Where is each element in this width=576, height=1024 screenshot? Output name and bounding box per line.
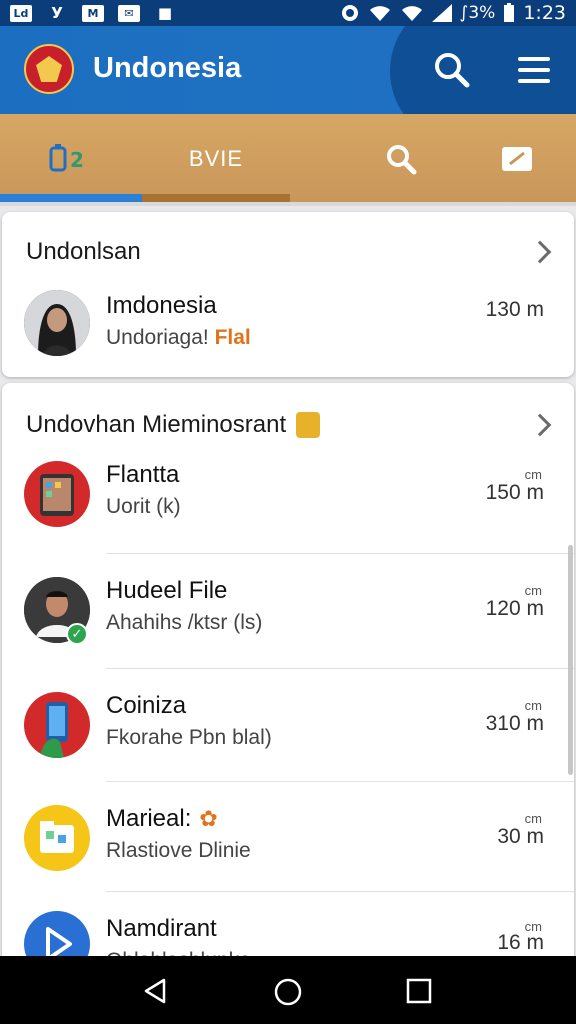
phone-icon: 2	[49, 144, 84, 172]
wifi-icon	[401, 6, 422, 21]
tab-indicator	[142, 194, 290, 202]
item-subtitle: Rlastiove Dlinie	[106, 839, 251, 862]
svg-text:2: 2	[70, 148, 84, 172]
item-title: Flantta	[106, 461, 180, 488]
item-title: Imdonesia	[106, 292, 217, 319]
bag-icon	[296, 412, 321, 438]
tab-bvie[interactable]: BVIE	[142, 114, 290, 204]
scrollbar[interactable]	[568, 545, 573, 775]
alarm-icon	[341, 5, 358, 21]
app-title: Undonesia	[93, 52, 242, 84]
folder-icon	[40, 821, 74, 853]
section-header[interactable]: Undovhan Mieminosrant	[26, 411, 321, 439]
divider	[106, 781, 574, 782]
clock: 1:23	[523, 2, 566, 24]
mail-icon: ✉	[118, 4, 140, 22]
wifi-icon	[369, 6, 390, 21]
section-card: Undovhan Mieminosrant Flantta Uorit (k) …	[2, 383, 574, 1003]
item-distance: 16 m	[497, 931, 544, 954]
item-unit: cm	[524, 583, 542, 598]
item-subtitle: Uorit (k)	[106, 495, 181, 518]
avatar	[24, 290, 90, 356]
back-button[interactable]	[140, 976, 170, 1011]
garuda-emblem-icon	[36, 56, 62, 82]
item-title-text: Marieal:	[106, 805, 192, 832]
notification-icon: Ld	[10, 4, 32, 22]
list-item[interactable]: Flantta Uorit (k) cm 150 m	[2, 457, 574, 553]
notification-icon: У	[51, 4, 63, 22]
tab-phone[interactable]: 2	[0, 114, 142, 204]
notification-icon: ■	[157, 4, 173, 22]
item-title: Coiniza	[106, 692, 187, 719]
search-icon	[387, 145, 417, 175]
divider	[106, 553, 574, 554]
search-icon[interactable]	[432, 50, 472, 90]
tab-bar: 2 BVIE	[0, 114, 576, 204]
item-title: Hudeel File	[106, 577, 228, 604]
divider	[0, 202, 576, 206]
verified-check-icon: ✓	[66, 623, 88, 645]
navigation-bar	[0, 956, 576, 1024]
avatar	[24, 805, 90, 871]
avatar: ✓	[24, 577, 90, 645]
status-bar: Ld У M ✉ ■ ∫3% 1:23	[0, 0, 576, 26]
chevron-right-icon[interactable]	[528, 240, 552, 264]
section-header-text: Undovhan Mieminosrant	[26, 411, 287, 438]
battery-icon	[504, 3, 515, 22]
tablet-icon	[40, 474, 74, 516]
notification-icon: M	[82, 4, 104, 22]
back-triangle-icon	[144, 978, 166, 1004]
item-distance: 130 m	[485, 298, 544, 321]
item-subtitle: Fkorahe Pbn blal)	[106, 726, 272, 749]
home-circle-icon	[274, 978, 302, 1006]
list-item[interactable]: Imdonesia Undoriaga! Flal 130 m	[2, 288, 574, 368]
recents-button[interactable]	[404, 976, 434, 1011]
avatar	[24, 461, 90, 527]
avatar	[24, 692, 90, 758]
home-button[interactable]	[272, 976, 304, 1013]
battery-percent: ∫3%	[459, 3, 496, 23]
signal-icon	[431, 4, 452, 22]
tab-edit[interactable]	[446, 114, 576, 204]
menu-icon[interactable]	[514, 50, 554, 90]
item-unit: cm	[524, 698, 542, 713]
phone-icon	[40, 702, 68, 758]
item-title: Namdirant	[106, 915, 217, 942]
item-badge: Flal	[214, 326, 251, 349]
item-distance: 30 m	[497, 825, 544, 848]
item-distance: 310 m	[485, 712, 544, 735]
flower-icon: ✿	[199, 806, 218, 832]
item-unit: cm	[524, 811, 542, 826]
divider	[106, 668, 574, 669]
section-header[interactable]: Undonlsan	[26, 238, 141, 266]
section-card: Undonlsan Imdonesia Undoriaga! Flal 130 …	[2, 212, 574, 377]
tab-label: BVIE	[188, 146, 244, 171]
item-unit: cm	[524, 467, 542, 482]
list-item[interactable]: Coiniza Fkorahe Pbn blal) cm 310 m	[2, 688, 574, 784]
item-subtitle: Undoriaga! Flal	[106, 326, 251, 350]
app-bar: Undonesia	[0, 26, 576, 114]
list-item[interactable]: ✓ Hudeel File Ahahihs /ktsr (ls) cm 120 …	[2, 573, 574, 669]
app-logo	[24, 44, 74, 94]
item-title: Marieal: ✿	[106, 805, 218, 833]
recents-square-icon	[406, 978, 432, 1004]
chevron-right-icon[interactable]	[528, 413, 552, 437]
divider	[106, 891, 574, 892]
tab-indicator	[0, 194, 142, 202]
edit-icon	[502, 147, 532, 171]
list-item[interactable]: Marieal: ✿ Rlastiove Dlinie cm 30 m	[2, 801, 574, 897]
item-subtitle: Ahahihs /ktsr (ls)	[106, 611, 263, 634]
item-distance: 150 m	[485, 481, 544, 504]
item-distance: 120 m	[485, 597, 544, 620]
item-subtitle-text: Undoriaga!	[106, 326, 209, 349]
